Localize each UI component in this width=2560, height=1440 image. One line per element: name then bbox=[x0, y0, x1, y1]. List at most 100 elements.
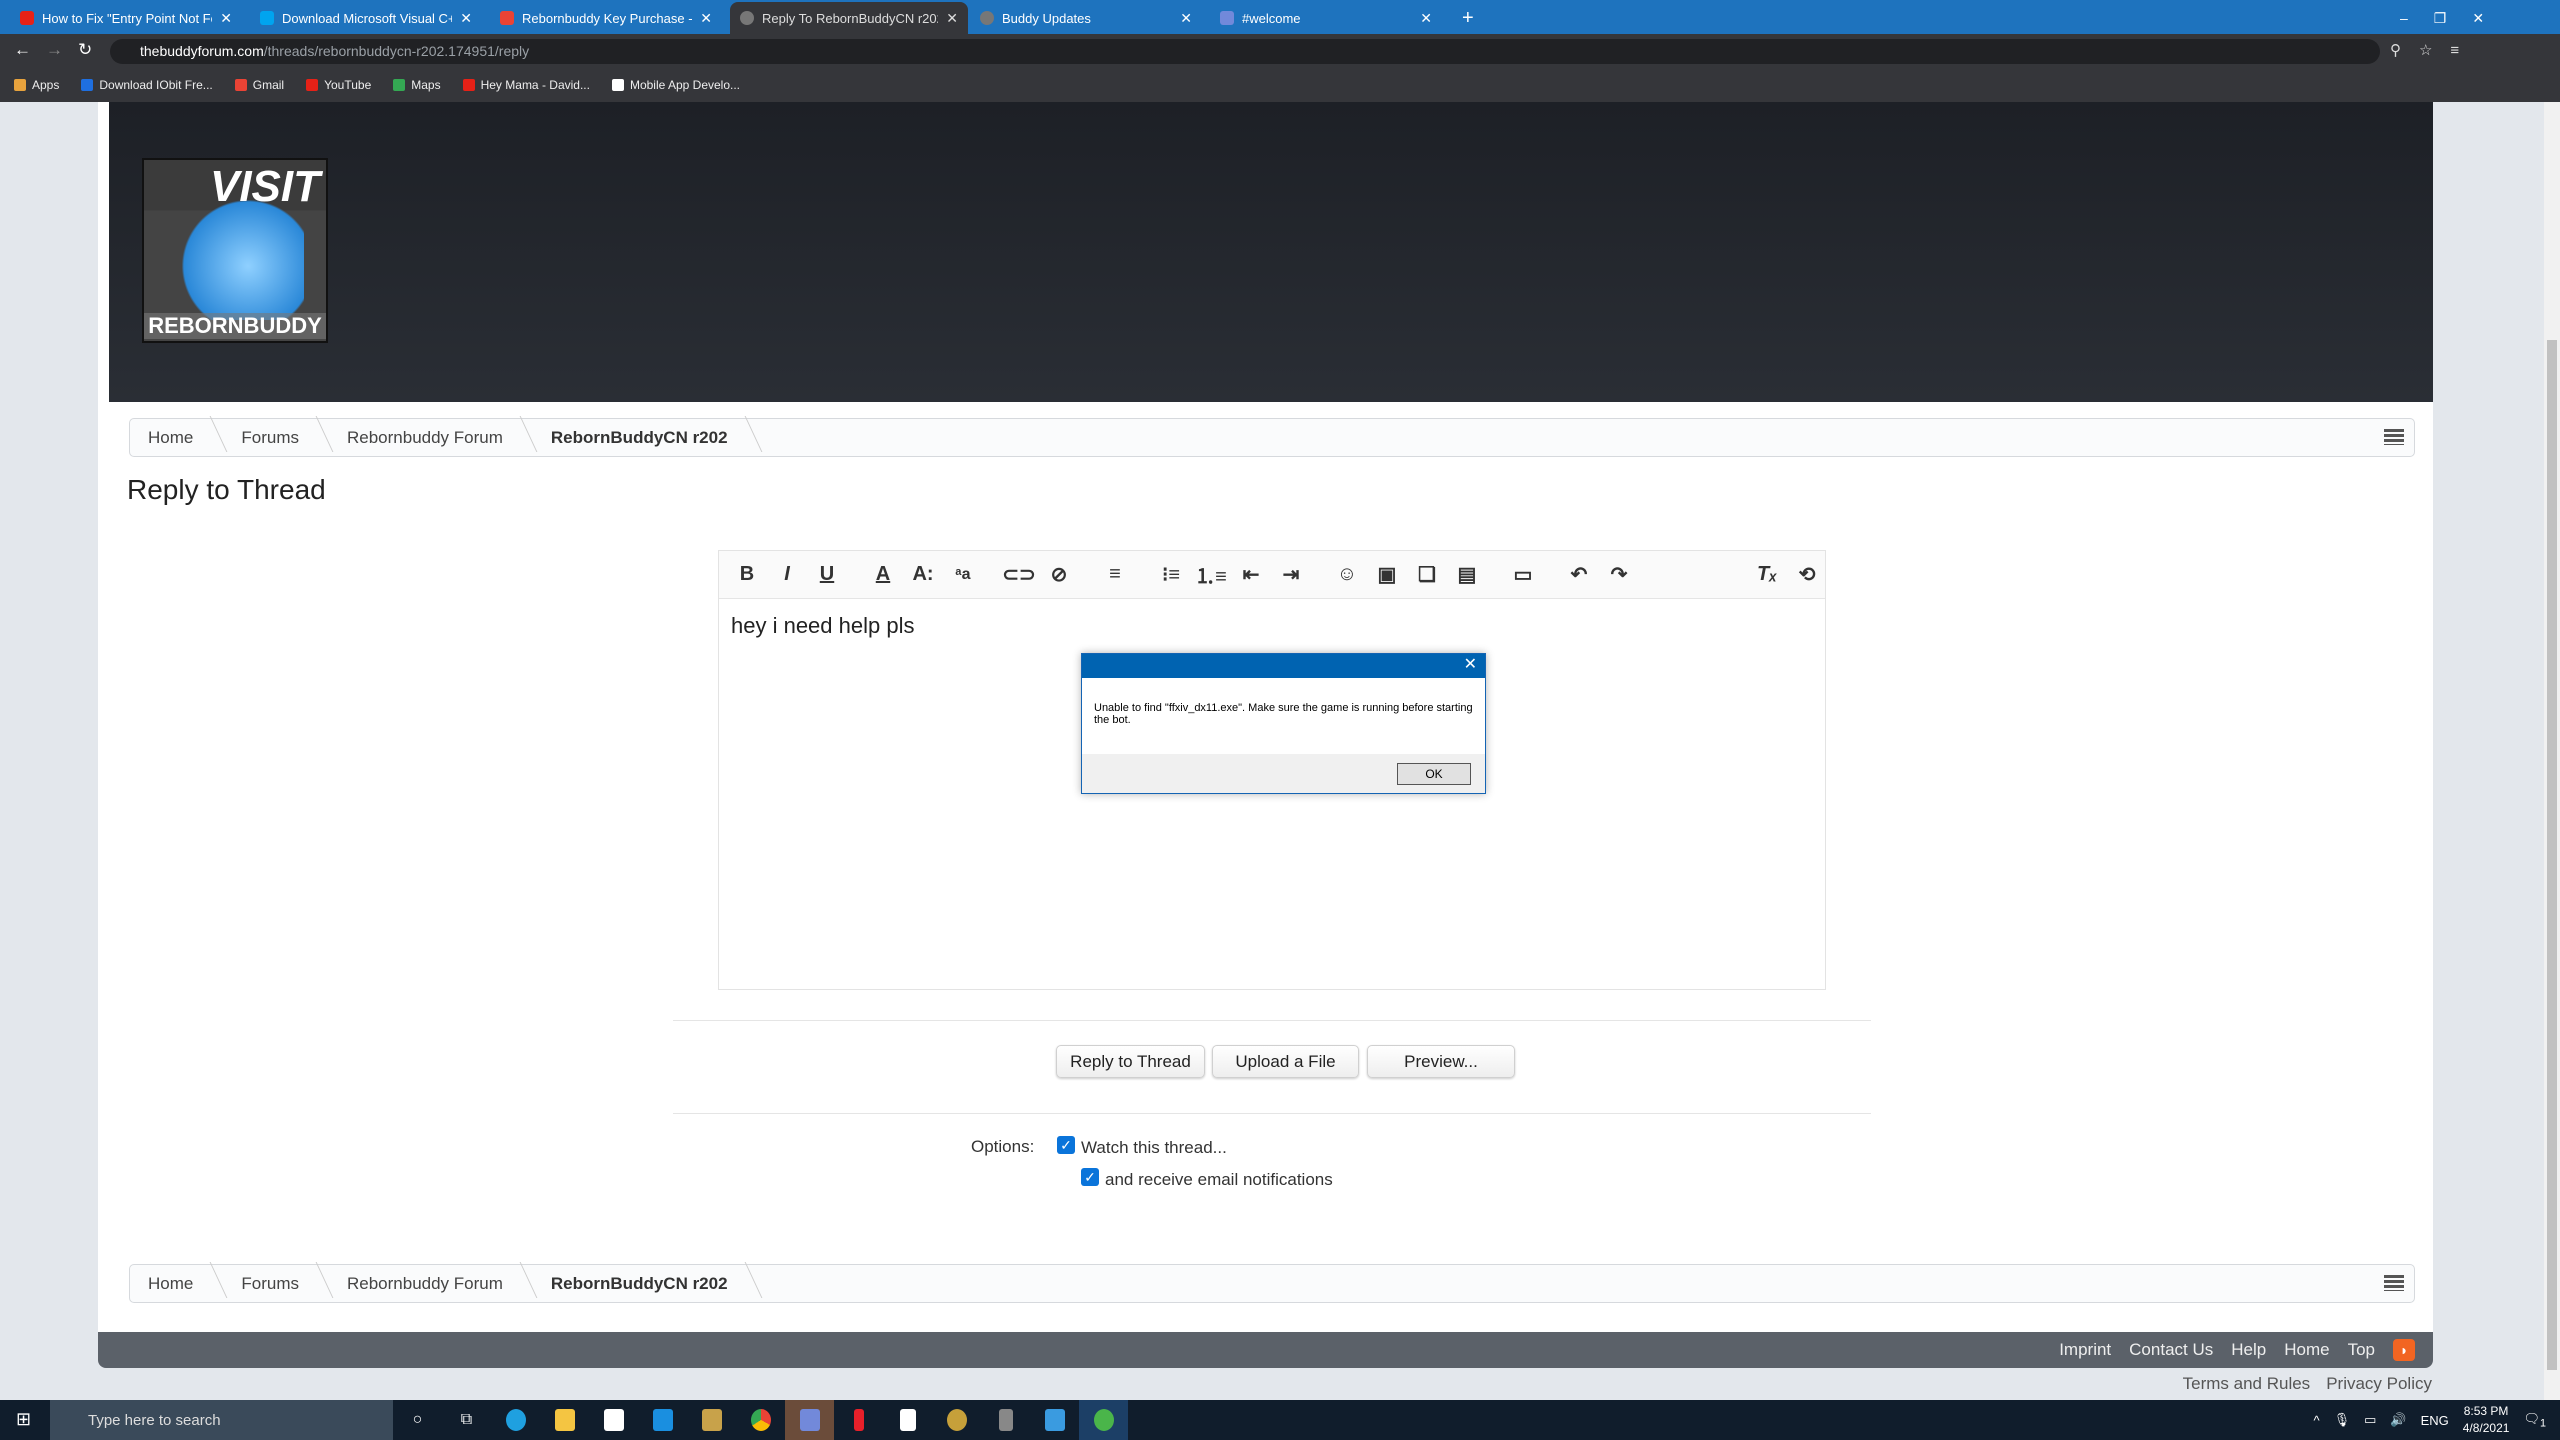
close-icon[interactable]: ✕ bbox=[946, 10, 958, 27]
store-icon[interactable] bbox=[589, 1400, 638, 1440]
breadcrumb-thread[interactable]: RebornBuddyCN r202 bbox=[533, 1274, 758, 1294]
file-explorer-icon[interactable] bbox=[540, 1400, 589, 1440]
cortana-icon[interactable]: ○ bbox=[393, 1400, 442, 1440]
remove-format-icon[interactable]: Tₓ bbox=[1749, 557, 1785, 593]
breadcrumb-home[interactable]: Home bbox=[130, 428, 223, 448]
reply-button[interactable]: Reply to Thread bbox=[1056, 1045, 1205, 1078]
taskbar-search[interactable]: Type here to search bbox=[50, 1400, 393, 1440]
unlink-icon[interactable]: ⊘ bbox=[1041, 557, 1077, 593]
notifications-icon[interactable]: 🗨1 bbox=[2523, 1411, 2546, 1430]
wow-icon[interactable] bbox=[932, 1400, 981, 1440]
menu-icon[interactable] bbox=[2384, 1275, 2404, 1291]
microphone-icon[interactable]: 🎙 bbox=[2334, 1412, 2351, 1428]
volume-icon[interactable]: 🔊 bbox=[2390, 1412, 2406, 1428]
bookmark[interactable]: Download IObit Fre... bbox=[81, 78, 213, 92]
close-icon[interactable]: ✕ bbox=[220, 10, 232, 27]
bold-icon[interactable]: B bbox=[729, 557, 765, 593]
close-icon[interactable]: ✕ bbox=[1464, 656, 1477, 673]
terms-link[interactable]: Terms and Rules bbox=[2183, 1374, 2311, 1394]
rebornbuddy-icon[interactable] bbox=[1079, 1400, 1128, 1440]
preview-button[interactable]: Preview... bbox=[1367, 1045, 1515, 1078]
image-icon[interactable]: ▣ bbox=[1369, 557, 1405, 593]
language-indicator[interactable]: ENG bbox=[2421, 1413, 2449, 1428]
toggle-bbcode-icon[interactable]: ⟲ bbox=[1789, 557, 1825, 593]
task-view-icon[interactable]: ⧉ bbox=[442, 1400, 491, 1440]
tab[interactable]: Rebornbuddy Key Purchase - tob ✕ bbox=[490, 2, 722, 34]
league-icon[interactable] bbox=[687, 1400, 736, 1440]
breadcrumb-home[interactable]: Home bbox=[130, 1274, 223, 1294]
bullet-list-icon[interactable]: ⁝≡ bbox=[1153, 557, 1189, 593]
new-tab-button[interactable]: + bbox=[1452, 2, 1484, 34]
media-icon[interactable]: ❏ bbox=[1409, 557, 1445, 593]
ok-button[interactable]: OK bbox=[1397, 763, 1471, 785]
tab[interactable]: #welcome ✕ bbox=[1210, 2, 1442, 34]
email-notify-checkbox[interactable]: ✓ bbox=[1081, 1168, 1099, 1186]
outdent-icon[interactable]: ⇤ bbox=[1233, 557, 1269, 593]
text-color-icon[interactable]: A bbox=[865, 557, 901, 593]
close-icon[interactable]: ✕ bbox=[1180, 10, 1192, 27]
breadcrumb-thread[interactable]: RebornBuddyCN r202 bbox=[533, 428, 758, 448]
windows-start-icon[interactable]: ⊞ bbox=[16, 1409, 31, 1430]
forward-icon[interactable]: → bbox=[46, 40, 63, 60]
breadcrumb-forum[interactable]: Rebornbuddy Forum bbox=[329, 1274, 533, 1294]
underline-icon[interactable]: U bbox=[809, 557, 845, 593]
tab[interactable]: Buddy Updates ✕ bbox=[970, 2, 1202, 34]
bookmark[interactable]: Gmail bbox=[234, 78, 284, 92]
breadcrumb-forum[interactable]: Rebornbuddy Forum bbox=[329, 428, 533, 448]
bookmark[interactable]: Maps bbox=[393, 78, 441, 92]
font-size-icon[interactable]: A: bbox=[905, 557, 941, 593]
clock[interactable]: 8:53 PM 4/8/2021 bbox=[2463, 1403, 2510, 1437]
control-panel-icon[interactable] bbox=[1030, 1400, 1079, 1440]
font-family-icon[interactable]: ᵃa bbox=[945, 557, 981, 593]
rss-icon[interactable]: ◗ bbox=[2393, 1339, 2415, 1361]
bookmark[interactable]: Apps bbox=[14, 78, 59, 92]
insert-icon[interactable]: ▤ bbox=[1449, 557, 1485, 593]
indent-icon[interactable]: ⇥ bbox=[1273, 557, 1309, 593]
discord-icon[interactable] bbox=[785, 1400, 834, 1440]
restore-icon[interactable]: ❐ bbox=[2434, 10, 2447, 27]
message-textarea[interactable]: hey i need help pls bbox=[719, 599, 1825, 653]
mail-icon[interactable] bbox=[638, 1400, 687, 1440]
bookmark[interactable]: Hey Mama - David... bbox=[462, 78, 590, 92]
watch-thread-checkbox[interactable]: ✓ bbox=[1057, 1136, 1075, 1154]
minimize-icon[interactable]: – bbox=[2400, 10, 2408, 26]
notepad-icon[interactable] bbox=[883, 1400, 932, 1440]
footer-link-top[interactable]: Top bbox=[2348, 1340, 2375, 1360]
align-icon[interactable]: ≡ bbox=[1097, 557, 1133, 593]
edge-icon[interactable] bbox=[491, 1400, 540, 1440]
close-icon[interactable]: ✕ bbox=[1420, 10, 1432, 27]
breadcrumb-forums[interactable]: Forums bbox=[223, 428, 329, 448]
undo-icon[interactable]: ↶ bbox=[1561, 557, 1597, 593]
italic-icon[interactable]: I bbox=[769, 557, 805, 593]
menu-icon[interactable] bbox=[2384, 429, 2404, 445]
bookmark[interactable]: Mobile App Develo... bbox=[611, 78, 740, 92]
redo-icon[interactable]: ↷ bbox=[1601, 557, 1637, 593]
footer-link-imprint[interactable]: Imprint bbox=[2059, 1340, 2111, 1360]
browser-actions[interactable]: ⚲☆≡ bbox=[2390, 41, 2477, 59]
smilie-icon[interactable]: ☺ bbox=[1329, 557, 1365, 593]
back-icon[interactable]: ← bbox=[14, 40, 31, 60]
tab-active[interactable]: Reply To RebornBuddyCN r202 | ✕ bbox=[730, 2, 968, 34]
network-icon[interactable]: ▭ bbox=[2364, 1412, 2376, 1428]
privacy-link[interactable]: Privacy Policy bbox=[2326, 1374, 2432, 1394]
breadcrumb-forums[interactable]: Forums bbox=[223, 1274, 329, 1294]
scrollbar-thumb[interactable] bbox=[2547, 340, 2557, 1370]
footer-link-home[interactable]: Home bbox=[2284, 1340, 2329, 1360]
numbered-list-icon[interactable]: ⒈≡ bbox=[1193, 557, 1229, 593]
upload-file-button[interactable]: Upload a File bbox=[1212, 1045, 1359, 1078]
calculator-icon[interactable] bbox=[981, 1400, 1030, 1440]
tab[interactable]: Download Microsoft Visual C++ ✕ bbox=[250, 2, 482, 34]
chrome-icon[interactable] bbox=[736, 1400, 785, 1440]
footer-link-contact[interactable]: Contact Us bbox=[2129, 1340, 2213, 1360]
close-icon[interactable]: ✕ bbox=[700, 10, 712, 27]
close-window-icon[interactable]: ✕ bbox=[2472, 10, 2484, 27]
chevron-up-icon[interactable]: ^ bbox=[2313, 1413, 2319, 1428]
tab[interactable]: How to Fix "Entry Point Not Found" ✕ bbox=[10, 2, 242, 34]
footer-link-help[interactable]: Help bbox=[2231, 1340, 2266, 1360]
address-bar[interactable]: thebuddyforum.com/threads/rebornbuddycn-… bbox=[110, 39, 2380, 64]
save-draft-icon[interactable]: ▭ bbox=[1505, 557, 1541, 593]
app-icon[interactable] bbox=[834, 1400, 883, 1440]
close-icon[interactable]: ✕ bbox=[460, 10, 472, 27]
link-icon[interactable]: ⊂⊃ bbox=[1001, 557, 1037, 593]
rebornbuddy-logo[interactable]: VISIT REBORNBUDDY bbox=[142, 158, 328, 343]
